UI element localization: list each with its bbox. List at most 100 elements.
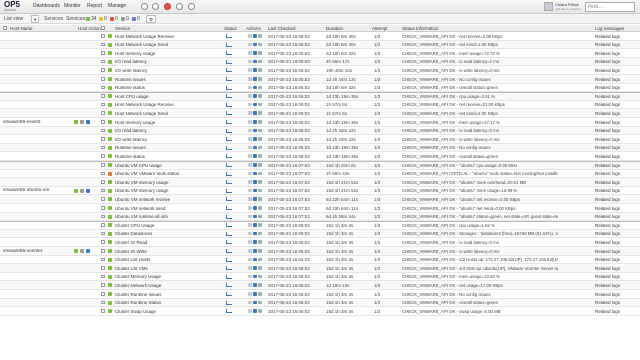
related-logs-link[interactable]: Related logs [595,223,620,228]
related-logs-link[interactable]: Related logs [595,94,620,99]
host-action-icon[interactable] [80,120,84,124]
service-name[interactable]: Ubuntu VM CPU usage [115,163,162,168]
related-logs-link[interactable]: Related logs [595,85,620,90]
op5-logo[interactable]: OP5 MONITOR [4,1,26,13]
graph-icon[interactable] [226,163,232,167]
service-checkbox[interactable] [101,34,105,38]
comment-icon[interactable] [248,68,252,72]
comment-icon[interactable] [248,274,252,279]
notes-icon[interactable] [258,85,262,90]
service-name[interactable]: Runtime issues [115,77,146,82]
nav-report[interactable]: Report [87,3,102,9]
notes-icon[interactable] [258,309,262,313]
service-checkbox[interactable] [101,197,105,201]
service-checkbox[interactable] [101,240,105,244]
notes-icon[interactable] [258,180,262,184]
ok-count[interactable]: 34 [91,16,97,22]
graph-icon[interactable] [226,51,232,56]
service-checkbox[interactable] [101,111,105,115]
comment-icon[interactable] [248,51,252,55]
graph-icon[interactable] [226,240,232,245]
related-logs-link[interactable]: Related logs [595,51,620,56]
notes-icon[interactable] [258,266,262,270]
comment-icon[interactable] [248,171,252,176]
graph-icon[interactable] [226,274,232,279]
col-last-checked[interactable]: Last Checked [268,26,296,31]
service-name[interactable]: Host Network Usage Send [115,111,168,116]
related-logs-link[interactable]: Related logs [595,171,620,176]
service-checkbox[interactable] [101,128,105,133]
pnp-graph-icon[interactable] [253,257,257,262]
pnp-graph-icon[interactable] [253,266,257,270]
related-logs-link[interactable]: Related logs [595,266,620,271]
service-name[interactable]: Host Network Usage Send [115,42,168,47]
pnp-graph-icon[interactable] [253,42,257,47]
pnp-graph-icon[interactable] [253,180,257,184]
related-logs-link[interactable]: Related logs [595,257,620,262]
related-logs-link[interactable]: Related logs [595,292,620,297]
pnp-graph-icon[interactable] [253,137,257,141]
service-name[interactable]: I/O read latency [115,59,147,64]
warning-count[interactable]: 0 [104,16,107,22]
service-name[interactable]: Host memory usage [115,120,155,125]
comment-icon[interactable] [248,128,252,133]
alert-icon[interactable] [164,3,171,10]
service-checkbox[interactable] [101,163,105,167]
notes-icon[interactable] [258,154,262,158]
service-name[interactable]: Runtime status [115,154,145,159]
comment-icon[interactable] [248,257,252,262]
service-checkbox[interactable] [101,292,105,296]
service-checkbox[interactable] [101,77,105,81]
notes-icon[interactable] [258,283,262,287]
service-name[interactable]: Cluster IO Read [115,240,147,245]
related-logs-link[interactable]: Related logs [595,145,620,150]
related-logs-link[interactable]: Related logs [595,231,620,236]
service-name[interactable]: I/O write latency [115,68,147,73]
select-all-services-checkbox[interactable] [101,26,105,30]
pnp-graph-icon[interactable] [253,34,257,38]
pnp-graph-icon[interactable] [253,154,257,158]
service-checkbox[interactable] [101,257,105,262]
service-name[interactable]: Host CPU usage [115,94,149,99]
col-duration[interactable]: Duration [326,26,343,31]
graph-icon[interactable] [226,231,232,236]
pnp-graph-icon[interactable] [253,300,257,305]
related-logs-link[interactable]: Related logs [595,163,620,168]
related-logs-link[interactable]: Related logs [595,120,620,125]
service-checkbox[interactable] [101,85,105,90]
graph-icon[interactable] [226,197,232,202]
graph-icon[interactable] [226,188,232,193]
pnp-graph-icon[interactable] [253,59,257,64]
service-name[interactable]: Ubuntu VM network receive [115,197,170,202]
related-logs-link[interactable]: Related logs [595,77,620,82]
service-name[interactable]: I/O read latency [115,128,147,133]
pnp-graph-icon[interactable] [253,163,257,167]
pnp-graph-icon[interactable] [253,77,257,81]
search-input[interactable] [585,2,635,12]
col-status[interactable]: Status [224,26,237,31]
service-name[interactable]: I/O write latency [115,137,147,142]
pnp-graph-icon[interactable] [253,240,257,244]
pnp-graph-icon[interactable] [253,188,257,193]
notes-icon[interactable] [258,51,262,55]
related-logs-link[interactable]: Related logs [595,154,620,159]
notes-icon[interactable] [258,231,262,236]
related-logs-link[interactable]: Related logs [595,180,620,185]
comment-icon[interactable] [248,77,252,81]
comment-icon[interactable] [248,42,252,47]
pnp-graph-icon[interactable] [253,197,257,201]
service-checkbox[interactable] [101,94,105,98]
service-checkbox[interactable] [101,154,105,158]
comment-icon[interactable] [248,34,252,38]
notes-icon[interactable] [258,34,262,38]
service-checkbox[interactable] [101,266,105,270]
refresh-icon[interactable] [152,3,159,10]
service-name[interactable]: Cluster Datastores [115,231,152,236]
notes-icon[interactable] [258,163,262,167]
service-checkbox[interactable] [101,180,105,184]
comment-icon[interactable] [248,94,252,98]
notes-icon[interactable] [258,214,262,219]
related-logs-link[interactable]: Related logs [595,283,620,288]
comment-icon[interactable] [248,292,252,296]
settings-icon[interactable] [176,3,183,10]
